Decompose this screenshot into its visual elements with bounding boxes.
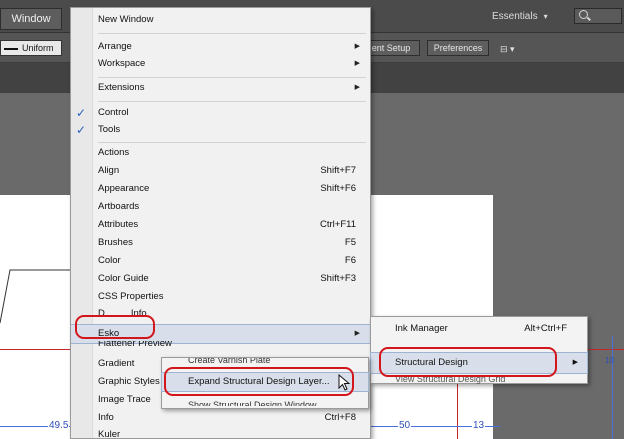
menu-item-label: Arrange: [98, 41, 132, 52]
menu-item-brushes[interactable]: Brushes F5: [71, 234, 370, 252]
menu-item-shortcut: Shift+F3: [320, 273, 356, 284]
menu-item-label: Info: [98, 412, 114, 423]
menu-item-shortcut: F5: [344, 237, 356, 248]
menu-item-label: D Info: [98, 305, 147, 323]
menu-item-shortcut: Ctrl+F11: [320, 219, 356, 230]
menu-item-label-suffix: Info: [130, 308, 147, 319]
menu-item-label: Artboards: [98, 201, 140, 212]
menu-item-label: Attributes: [98, 219, 139, 230]
menu-item-workspace[interactable]: Workspace ▶: [71, 55, 370, 73]
menu-item-label: Extensions: [98, 82, 145, 93]
arrange-documents-icon[interactable]: ⊟ ▾: [500, 44, 515, 55]
menu-item-flattener-preview[interactable]: Flattener Preview: [71, 341, 370, 353]
checkmark-icon: ✓: [76, 106, 87, 120]
menu-item-extensions[interactable]: Extensions ▶: [71, 79, 370, 97]
search-icon: [579, 10, 588, 19]
menu-item-label: Appearance: [98, 183, 150, 194]
menu-item-label-prefix: D: [98, 308, 105, 319]
stroke-preview: [4, 47, 18, 50]
menu-item-align[interactable]: Align Shift+F7: [71, 162, 370, 180]
menu-item-label: Flattener Preview: [98, 341, 172, 349]
menu-item-show-structural-design-window[interactable]: Show Structural Design Window: [188, 398, 317, 406]
mouse-pointer-icon: [338, 374, 351, 391]
menu-item-new-window[interactable]: New Window: [71, 11, 370, 29]
menu-item-label: Expand Structural Design Layer...: [188, 376, 330, 387]
dimension-guide: [612, 336, 613, 439]
menu-item-label: Tools: [98, 124, 121, 135]
menu-item-attributes[interactable]: Attributes Ctrl+F11: [71, 216, 370, 234]
menu-item-label: Structural Design: [395, 357, 468, 368]
workspace-switcher[interactable]: Essentials ▾: [492, 11, 548, 22]
menu-item-label: Align: [98, 165, 120, 176]
menu-item-css-properties[interactable]: CSS Properties: [71, 288, 370, 306]
workspace-label: Essentials: [492, 11, 538, 22]
dieline-shape: [0, 269, 74, 324]
menu-item-label: Brushes: [98, 237, 133, 248]
menu-item-partial[interactable]: View Structural Design Grid: [395, 376, 505, 386]
search-input[interactable]: [574, 8, 622, 24]
menu-item-label: CSS Properties: [98, 291, 164, 302]
dimension-value: 13: [472, 420, 486, 431]
menu-item-artboards[interactable]: Artboards: [71, 198, 370, 216]
dimension-value: 50: [398, 420, 412, 431]
guide-horizontal: [0, 349, 70, 350]
menu-item-ink-manager[interactable]: Ink Manager Alt+Ctrl+F: [371, 319, 587, 339]
menu-item-create-varnish-plate[interactable]: Create Varnish Plate: [188, 358, 270, 366]
menu-item-actions[interactable]: Actions: [71, 144, 370, 162]
menu-item-shortcut: Alt+Ctrl+F: [524, 323, 567, 334]
menu-separator: [98, 142, 366, 143]
menu-separator: [98, 101, 366, 102]
menu-item-shortcut: Ctrl+F8: [324, 412, 356, 423]
stroke-profile-select[interactable]: Uniform: [0, 40, 62, 56]
menu-item-label: New Window: [98, 14, 154, 25]
menu-item-kuler[interactable]: Kuler: [71, 426, 370, 439]
menu-item-color[interactable]: Color F6: [71, 252, 370, 270]
checkmark-icon: ✓: [76, 123, 87, 137]
menu-separator: [98, 33, 366, 34]
menu-item-label: Color: [98, 255, 121, 266]
menu-item-label: Gradient: [98, 358, 135, 369]
menu-item-label: Color Guide: [98, 273, 149, 284]
menu-item-structural-design[interactable]: Structural Design ▶: [370, 352, 588, 374]
chevron-down-icon: ▾: [543, 12, 548, 21]
menu-item-appearance[interactable]: Appearance Shift+F6: [71, 180, 370, 198]
dimension-value: 49.5: [48, 420, 70, 431]
guide-vertical: [457, 384, 458, 439]
esko-submenu: Ink Manager Alt+Ctrl+F Structural Design ▶…: [370, 316, 588, 384]
menu-window[interactable]: Window: [0, 8, 62, 30]
preferences-button[interactable]: Preferences: [427, 40, 489, 56]
submenu-arrow-icon: ▶: [354, 60, 360, 67]
menu-item-label: Image Trace: [98, 394, 151, 405]
menu-item-shortcut: Shift+F7: [320, 165, 356, 176]
menu-item-document-info[interactable]: D Info: [71, 305, 370, 323]
stroke-profile-label: Uniform: [22, 43, 54, 53]
menu-item-tools[interactable]: ✓ Tools: [71, 121, 370, 139]
menu-item-control[interactable]: ✓ Control: [71, 104, 370, 122]
submenu-arrow-icon: ▶: [572, 359, 578, 366]
menu-item-color-guide[interactable]: Color Guide Shift+F3: [71, 270, 370, 288]
submenu-arrow-icon: ▶: [354, 43, 360, 50]
menu-item-shortcut: F6: [344, 255, 356, 266]
menu-item-arrange[interactable]: Arrange ▶: [71, 38, 370, 56]
menu-item-shortcut: Shift+F6: [320, 183, 356, 194]
submenu-arrow-icon: ▶: [354, 84, 360, 91]
menu-item-label: Ink Manager: [395, 323, 448, 334]
menu-item-label: Control: [98, 107, 129, 118]
menu-item-label: Workspace: [98, 58, 146, 69]
dimension-value: 10: [605, 356, 614, 365]
menu-item-info[interactable]: Info Ctrl+F8: [71, 409, 370, 427]
menu-item-label: Actions: [98, 147, 130, 158]
menu-item-label: Graphic Styles: [98, 376, 160, 387]
menu-item-label: Kuler: [98, 429, 121, 439]
menu-separator: [98, 77, 366, 78]
